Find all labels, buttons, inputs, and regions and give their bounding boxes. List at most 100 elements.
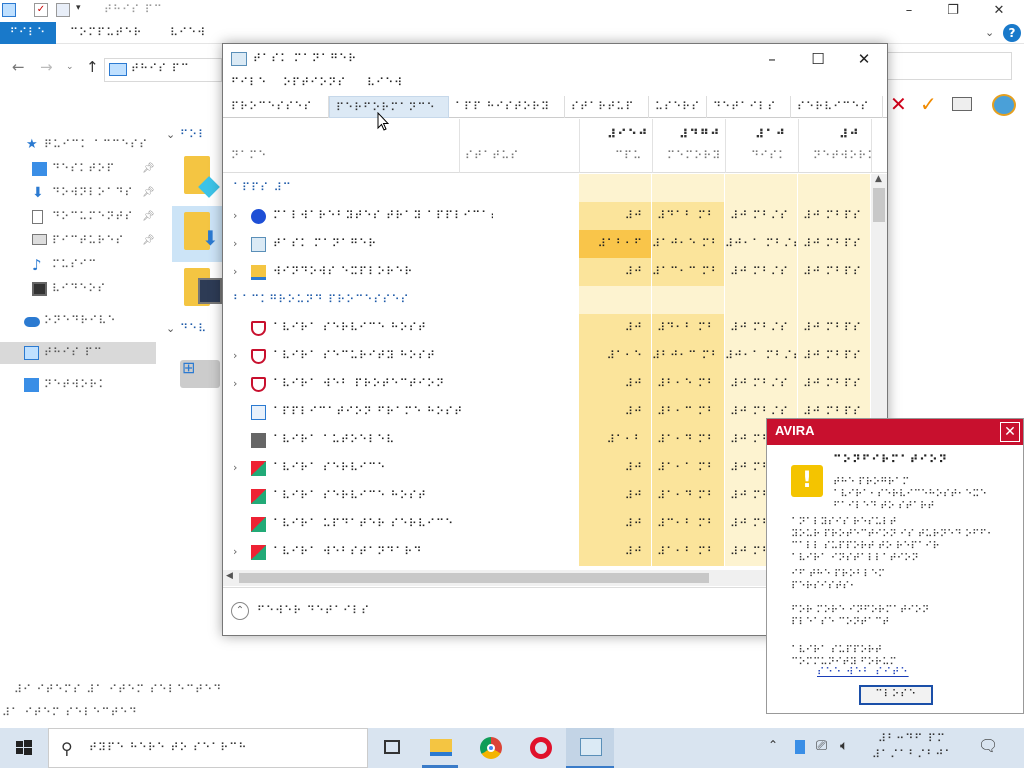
menu-view[interactable]: ⠧⠊⠑⠺ xyxy=(367,76,403,89)
back-arrow-icon[interactable]: ← xyxy=(12,58,25,76)
column-divider[interactable] xyxy=(725,119,726,173)
column-name[interactable]: ⠝⠁⠍⠑ xyxy=(231,149,267,162)
chevron-down-icon[interactable]: ▾ xyxy=(76,3,90,17)
collapse-up-icon[interactable]: ⌃ xyxy=(231,602,249,620)
forward-arrow-icon[interactable]: → xyxy=(40,58,53,76)
column-status[interactable]: ⠎⠞⠁⠞⠥⠎ xyxy=(465,149,519,162)
minimize-button[interactable]: – xyxy=(749,44,795,74)
tray-expand-icon[interactable]: ⌃ xyxy=(768,738,778,752)
process-row[interactable]: ›⠍⠁⠇⠺⠁⠗⠑⠃⠽⠞⠑⠎ ⠞⠗⠁⠽ ⠁⠏⠏⠇⠊⠉⠁⠞⠊⠕⠝⠼⠚⠼⠙⠁⠃ ⠍⠃⠼… xyxy=(223,202,871,230)
task-manager-titlebar[interactable]: ⠞⠁⠎⠅ ⠍⠁⠝⠁⠛⠑⠗ – ☐ ✕ xyxy=(223,44,887,74)
sidebar-item-music[interactable]: ♪ ⠍⠥⠎⠊⠉ xyxy=(0,254,156,276)
sidebar-item-desktop[interactable]: ⠙⠑⠎⠅⠞⠕⠏ 📌︎ xyxy=(0,158,156,180)
tab-performance[interactable]: ⠏⠑⠗⠋⠕⠗⠍⠁⠝⠉⠑ xyxy=(329,96,449,118)
new-folder-icon[interactable] xyxy=(56,3,70,17)
column-memory[interactable]: ⠍⠑⠍⠕⠗⠽ xyxy=(667,149,721,162)
collapse-chevron-icon[interactable]: ⌄ xyxy=(166,128,175,141)
process-row[interactable]: › ⠞⠁⠎⠅ ⠍⠁⠝⠁⠛⠑⠗ ⠼⠁⠃⠂⠋ ⠼⠁⠚⠂⠑ ⠍⠃ ⠼⠚⠂⠁ ⠍⠃⠌⠎ ⠼⠚ ⠍⠃… xyxy=(223,230,871,258)
expand-chevron-icon[interactable]: › xyxy=(233,461,237,474)
column-divider[interactable] xyxy=(579,119,580,173)
taskbar-opera[interactable] xyxy=(516,728,564,768)
sidebar-item-this-pc[interactable]: ⠞⠓⠊⠎ ⠏⠉ xyxy=(0,342,156,364)
up-arrow-icon[interactable]: ↑ xyxy=(86,58,99,76)
scroll-left-icon[interactable]: ◀ xyxy=(226,571,233,581)
tab-file[interactable]: ⠋⠊⠇⠑ xyxy=(0,22,56,44)
volume-icon[interactable]: 🔈︎ xyxy=(840,738,848,754)
close-button[interactable]: ✕ xyxy=(841,44,887,74)
help-icon[interactable]: ? xyxy=(1003,24,1021,42)
group-header[interactable]: ⠁⠏⠏⠎ ⠼⠉ xyxy=(223,174,871,202)
expand-chevron-icon[interactable]: › xyxy=(233,545,237,558)
pin-icon[interactable]: 📌︎ xyxy=(142,206,155,228)
recent-dropdown-icon[interactable]: ⌄ xyxy=(66,62,74,72)
tab-users[interactable]: ⠥⠎⠑⠗⠎ xyxy=(649,96,707,118)
menu-options[interactable]: ⠕⠏⠞⠊⠕⠝⠎ xyxy=(283,76,346,89)
sidebar-item-videos[interactable]: ⠧⠊⠙⠑⠕⠎ xyxy=(0,278,156,300)
expand-chevron-icon[interactable]: › xyxy=(233,209,237,222)
globe-icon[interactable] xyxy=(992,94,1016,116)
fewer-details-link[interactable]: ⠋⠑⠺⠑⠗ ⠙⠑⠞⠁⠊⠇⠎ xyxy=(257,604,370,617)
expand-chevron-icon[interactable]: › xyxy=(233,237,237,250)
taskbar-search-box[interactable]: ⚲ ⠞⠽⠏⠑ ⠓⠑⠗⠑ ⠞⠕ ⠎⠑⠁⠗⠉⠓ xyxy=(48,728,368,768)
maximize-button[interactable]: ☐ xyxy=(795,44,841,74)
column-divider[interactable] xyxy=(871,119,872,173)
notification-center-icon[interactable]: 🗨︎ xyxy=(978,736,1004,760)
minimize-button[interactable]: – xyxy=(886,0,932,22)
taskbar-task-manager[interactable] xyxy=(566,728,614,768)
close-button[interactable]: ✕ xyxy=(976,0,1022,22)
search-box[interactable] xyxy=(886,52,1012,80)
sidebar-item-documents[interactable]: ⠙⠕⠉⠥⠍⠑⠝⠞⠎ 📌︎ xyxy=(0,206,156,228)
expand-chevron-icon[interactable]: › xyxy=(233,265,237,278)
pin-icon[interactable]: 📌︎ xyxy=(142,230,155,252)
close-button[interactable]: ✕ xyxy=(1000,422,1020,442)
column-divider[interactable] xyxy=(798,119,799,173)
pin-icon[interactable]: 📌︎ xyxy=(142,158,155,180)
tray-app-icon[interactable] xyxy=(795,740,805,754)
column-network[interactable]: ⠝⠑⠞⠺⠕⠗⠅ xyxy=(813,149,876,162)
start-button[interactable] xyxy=(0,728,48,768)
check-icon[interactable]: ✓ xyxy=(920,92,937,116)
taskbar-file-explorer[interactable] xyxy=(416,728,464,768)
process-row[interactable]: ⠁⠧⠊⠗⠁ ⠎⠑⠗⠧⠊⠉⠑ ⠓⠕⠎⠞ ⠼⠚ ⠼⠙⠂⠃ ⠍⠃ ⠼⠚ ⠍⠃⠌⠎ ⠼⠚ ⠍⠃⠏… xyxy=(223,314,871,342)
scroll-up-icon[interactable]: ▲ xyxy=(875,174,882,184)
process-row[interactable]: › ⠁⠧⠊⠗⠁ ⠺⠑⠃ ⠏⠗⠕⠞⠑⠉⠞⠊⠕⠝ ⠼⠚ ⠼⠃⠂⠑ ⠍⠃ ⠼⠚ ⠍⠃⠌⠎ ⠼⠚ … xyxy=(223,370,871,398)
column-cpu[interactable]: ⠉⠏⠥ xyxy=(615,149,642,162)
address-bar[interactable]: ⠞⠓⠊⠎ ⠏⠉ xyxy=(104,58,222,82)
maximize-button[interactable]: ❐ xyxy=(930,0,976,22)
menu-file[interactable]: ⠋⠊⠇⠑ xyxy=(231,76,267,89)
collapse-chevron-icon[interactable]: ⌄ xyxy=(166,322,175,335)
scroll-thumb[interactable] xyxy=(239,573,709,583)
ribbon-expand-icon[interactable]: ⌄ xyxy=(985,26,994,39)
sidebar-item-downloads[interactable]: ⬇ ⠙⠕⠺⠝⠇⠕⠁⠙⠎ 📌︎ xyxy=(0,182,156,204)
tab-processes[interactable]: ⠏⠗⠕⠉⠑⠎⠎⠑⠎ xyxy=(225,96,329,118)
column-disk[interactable]: ⠙⠊⠎⠅ xyxy=(751,149,787,162)
tab-computer[interactable]: ⠉⠕⠍⠏⠥⠞⠑⠗ xyxy=(70,22,142,44)
clock[interactable]: ⠼⠃⠒⠙⠋ ⠏⠍ ⠼⠁⠌⠁⠃⠌⠃⠚⠁⠛ xyxy=(872,731,952,763)
process-row[interactable]: › ⠺⠊⠝⠙⠕⠺⠎ ⠑⠭⠏⠇⠕⠗⠑⠗ ⠼⠚ ⠼⠁⠉⠂⠉ ⠍⠃ ⠼⠚ ⠍⠃⠌⠎ ⠼⠚ ⠍⠃⠏… xyxy=(223,258,871,286)
column-divider[interactable] xyxy=(459,119,460,173)
tab-details[interactable]: ⠙⠑⠞⠁⠊⠇⠎ xyxy=(707,96,791,118)
sidebar-item-network[interactable]: ⠝⠑⠞⠺⠕⠗⠅ xyxy=(0,374,156,396)
sidebar-item-pictures[interactable]: ⠏⠊⠉⠞⠥⠗⠑⠎ 📌︎ xyxy=(0,230,156,252)
process-row[interactable]: › ⠁⠧⠊⠗⠁ ⠎⠑⠉⠥⠗⠊⠞⠽ ⠓⠕⠎⠞ ⠼⠁⠂⠑ ⠼⠃⠚⠂⠉ ⠍⠃ ⠼⠚⠂⠁ ⠍⠃⠌… xyxy=(223,342,871,370)
scroll-thumb[interactable] xyxy=(873,188,885,222)
delete-x-icon[interactable]: ✕ xyxy=(890,92,907,116)
tab-view[interactable]: ⠧⠊⠑⠺ xyxy=(170,22,206,44)
task-view-button[interactable] xyxy=(368,728,416,768)
sidebar-item-onedrive[interactable]: ⠕⠝⠑⠙⠗⠊⠧⠑ xyxy=(0,310,156,332)
tab-app-history[interactable]: ⠁⠏⠏ ⠓⠊⠎⠞⠕⠗⠽ xyxy=(449,96,565,118)
sidebar-item-quick-access[interactable]: ★ ⠟⠥⠊⠉⠅ ⠁⠉⠉⠑⠎⠎ xyxy=(0,134,156,156)
tab-services[interactable]: ⠎⠑⠗⠧⠊⠉⠑⠎ xyxy=(791,96,883,118)
close-button[interactable]: ⠉⠇⠕⠎⠑ xyxy=(859,685,933,705)
expand-chevron-icon[interactable]: › xyxy=(233,349,237,362)
window-icon[interactable] xyxy=(952,97,972,111)
tab-startup[interactable]: ⠎⠞⠁⠗⠞⠥⠏ xyxy=(565,96,649,118)
properties-icon[interactable]: ✓ xyxy=(34,3,48,17)
web-link[interactable]: ⠎⠑⠑ ⠺⠑⠃ ⠎⠊⠞⠑ xyxy=(817,667,909,678)
taskbar-chrome[interactable] xyxy=(466,728,514,768)
network-icon[interactable]: ⎚ xyxy=(816,738,827,754)
group-header[interactable]: ⠃⠁⠉⠅⠛⠗⠕⠥⠝⠙ ⠏⠗⠕⠉⠑⠎⠎⠑⠎ xyxy=(223,286,871,314)
expand-chevron-icon[interactable]: › xyxy=(233,377,237,390)
pin-icon[interactable]: 📌︎ xyxy=(142,182,155,204)
column-divider[interactable] xyxy=(652,119,653,173)
